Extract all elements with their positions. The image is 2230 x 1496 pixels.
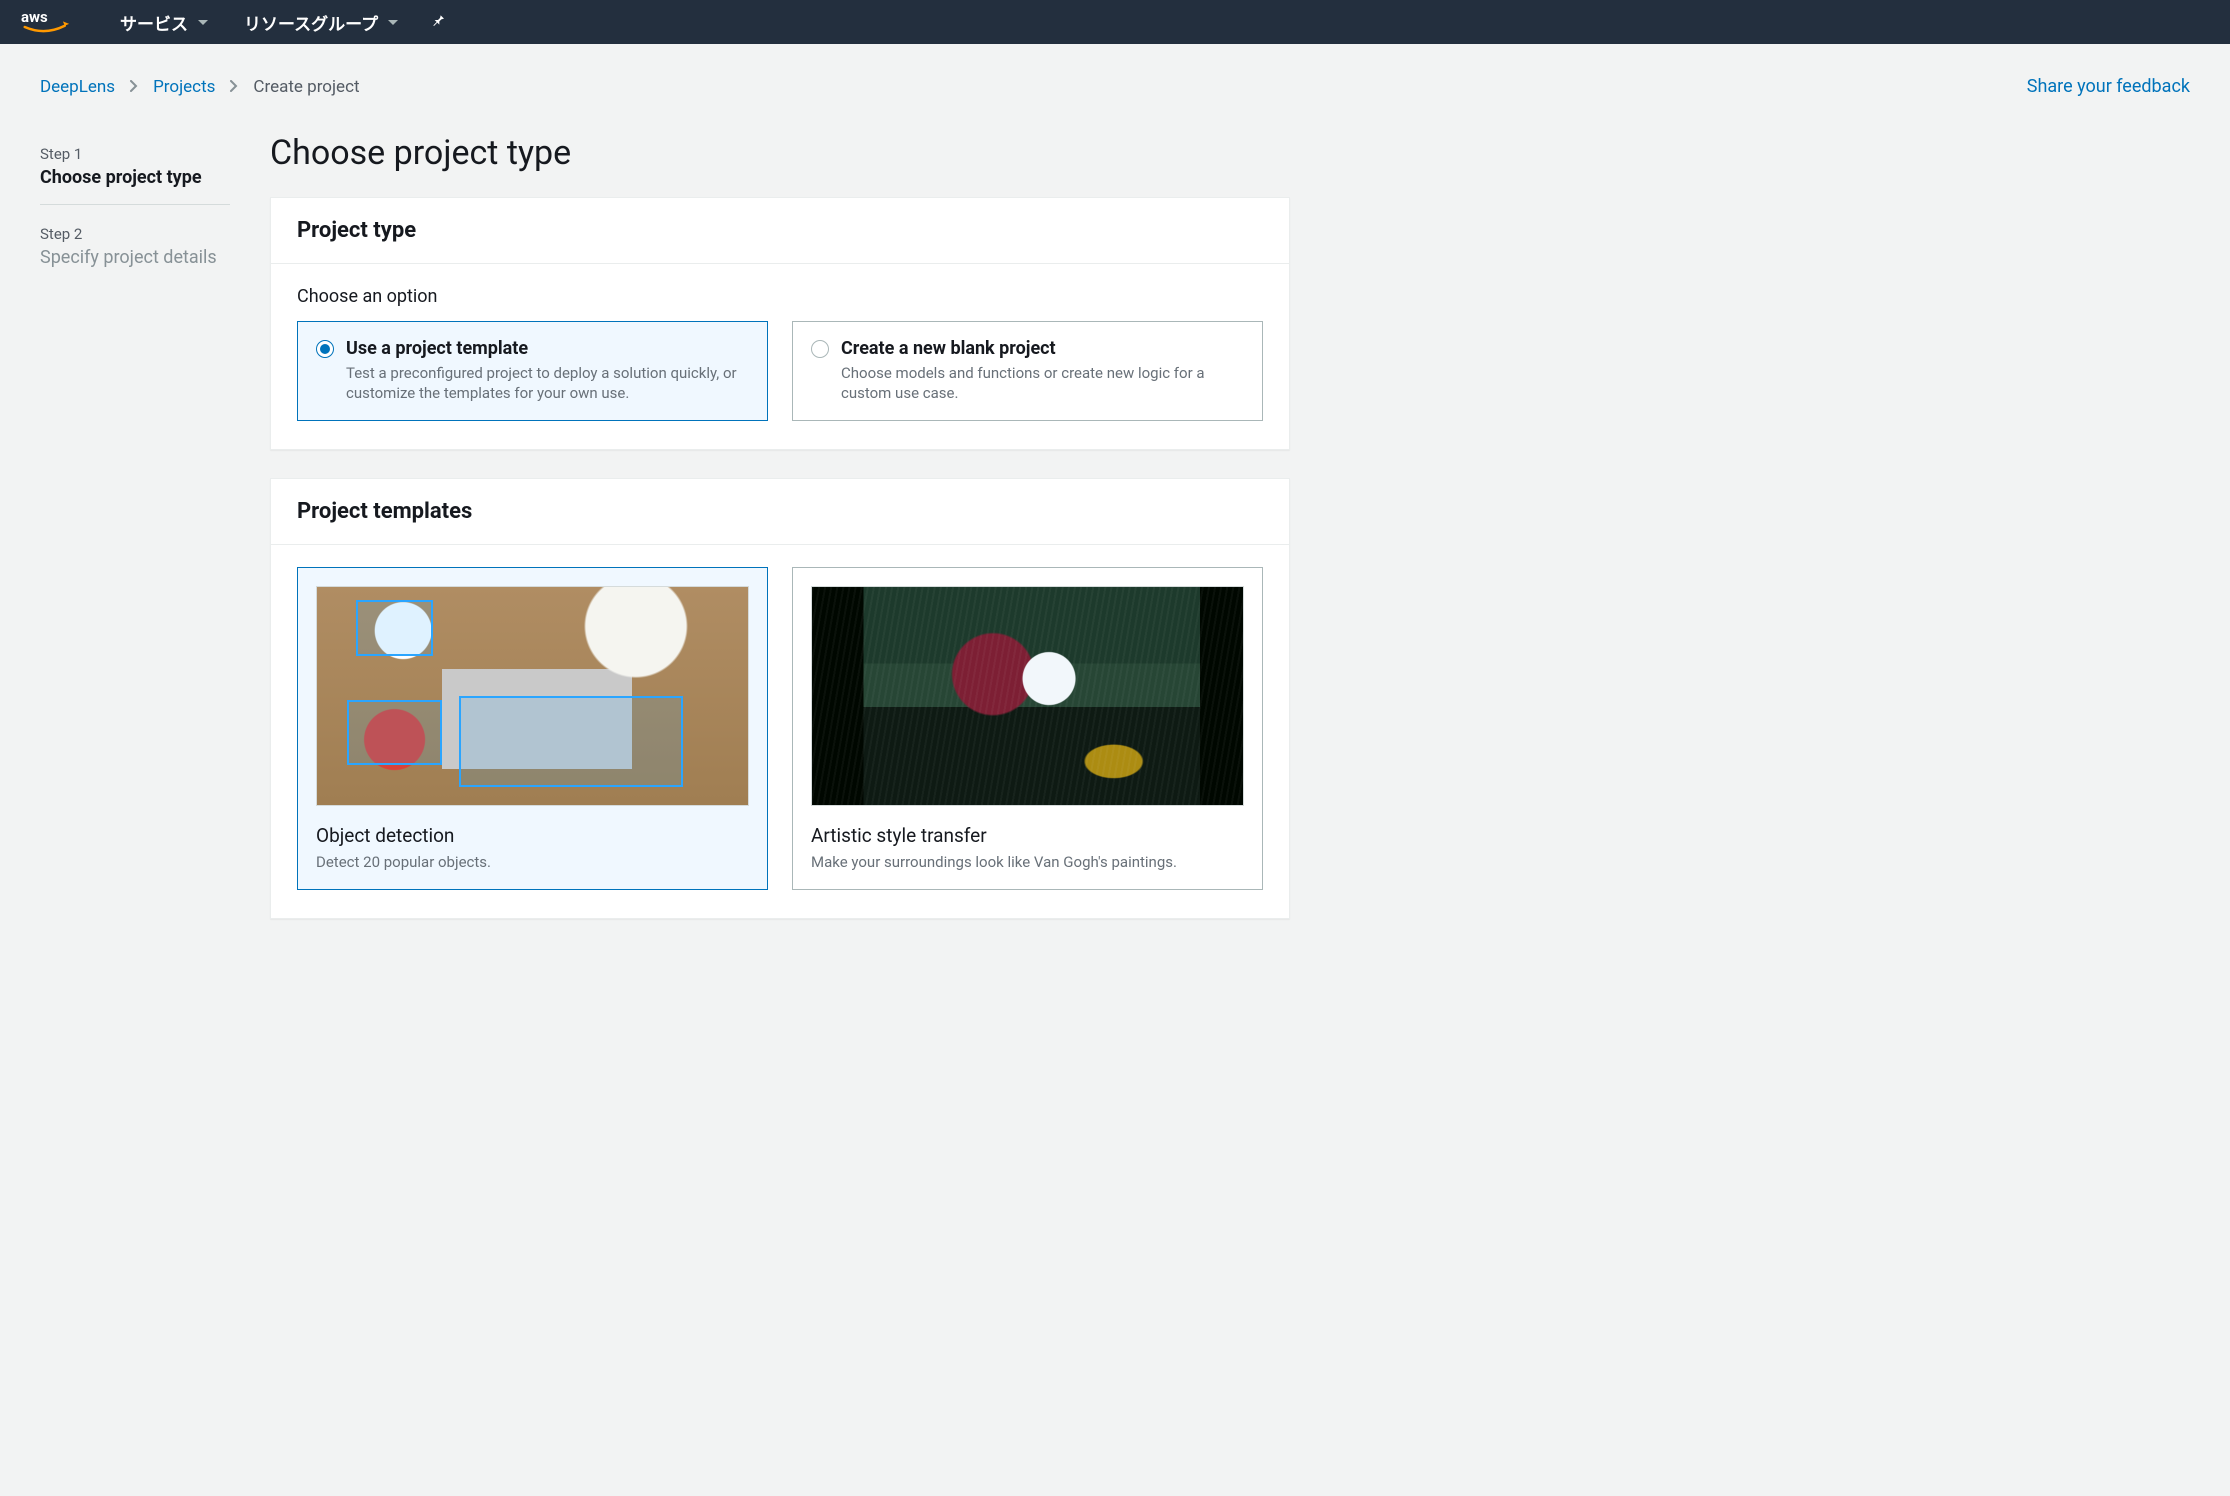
nav-resource-groups-label: リソースグループ	[244, 10, 378, 35]
chevron-down-icon	[388, 20, 398, 25]
template-title: Object detection	[316, 824, 749, 847]
breadcrumb-current: Create project	[253, 77, 359, 97]
option-use-template[interactable]: Use a project template Test a preconfigu…	[297, 321, 768, 421]
template-thumbnail	[316, 586, 749, 806]
step-2[interactable]: Step 2 Specify project details	[40, 219, 230, 284]
radio-icon	[316, 340, 334, 358]
project-type-panel: Project type Choose an option Use a proj…	[270, 197, 1290, 450]
choose-option-label: Choose an option	[297, 286, 1263, 307]
chevron-right-icon	[129, 77, 139, 97]
section-title: Project templates	[297, 499, 1263, 524]
nav-services[interactable]: サービス	[102, 10, 226, 35]
step-title: Specify project details	[40, 247, 230, 268]
step-num: Step 2	[40, 225, 230, 243]
template-desc: Detect 20 popular objects.	[316, 853, 749, 871]
aws-logo[interactable]: aws	[20, 7, 102, 37]
nav-services-label: サービス	[120, 10, 188, 35]
option-title: Create a new blank project	[841, 338, 1244, 359]
breadcrumb-parent[interactable]: Projects	[153, 77, 215, 97]
radio-icon	[811, 340, 829, 358]
main: Choose project type Project type Choose …	[270, 133, 1290, 947]
chevron-down-icon	[198, 20, 208, 25]
option-desc: Test a preconfigured project to deploy a…	[346, 363, 749, 404]
templates-panel: Project templates Object detection Detec…	[270, 478, 1290, 919]
topbar: DeepLens Projects Create project Share y…	[40, 76, 2190, 97]
page-title: Choose project type	[270, 133, 1290, 173]
option-title: Use a project template	[346, 338, 749, 359]
step-1[interactable]: Step 1 Choose project type	[40, 139, 230, 205]
template-desc: Make your surroundings look like Van Gog…	[811, 853, 1244, 871]
wizard-steps: Step 1 Choose project type Step 2 Specif…	[40, 133, 230, 947]
feedback-link[interactable]: Share your feedback	[2027, 76, 2190, 97]
template-title: Artistic style transfer	[811, 824, 1244, 847]
breadcrumb-root[interactable]: DeepLens	[40, 77, 115, 97]
svg-text:aws: aws	[21, 8, 48, 26]
step-num: Step 1	[40, 145, 230, 163]
option-desc: Choose models and functions or create ne…	[841, 363, 1244, 404]
option-blank-project[interactable]: Create a new blank project Choose models…	[792, 321, 1263, 421]
template-thumbnail	[811, 586, 1244, 806]
pin-button[interactable]	[416, 12, 460, 32]
breadcrumb: DeepLens Projects Create project	[40, 77, 360, 97]
template-style-transfer[interactable]: Artistic style transfer Make your surrou…	[792, 567, 1263, 890]
chevron-right-icon	[229, 77, 239, 97]
template-object-detection[interactable]: Object detection Detect 20 popular objec…	[297, 567, 768, 890]
nav-resource-groups[interactable]: リソースグループ	[226, 10, 416, 35]
step-title: Choose project type	[40, 167, 230, 188]
section-title: Project type	[297, 218, 1263, 243]
top-nav: aws サービス リソースグループ	[0, 0, 2230, 44]
